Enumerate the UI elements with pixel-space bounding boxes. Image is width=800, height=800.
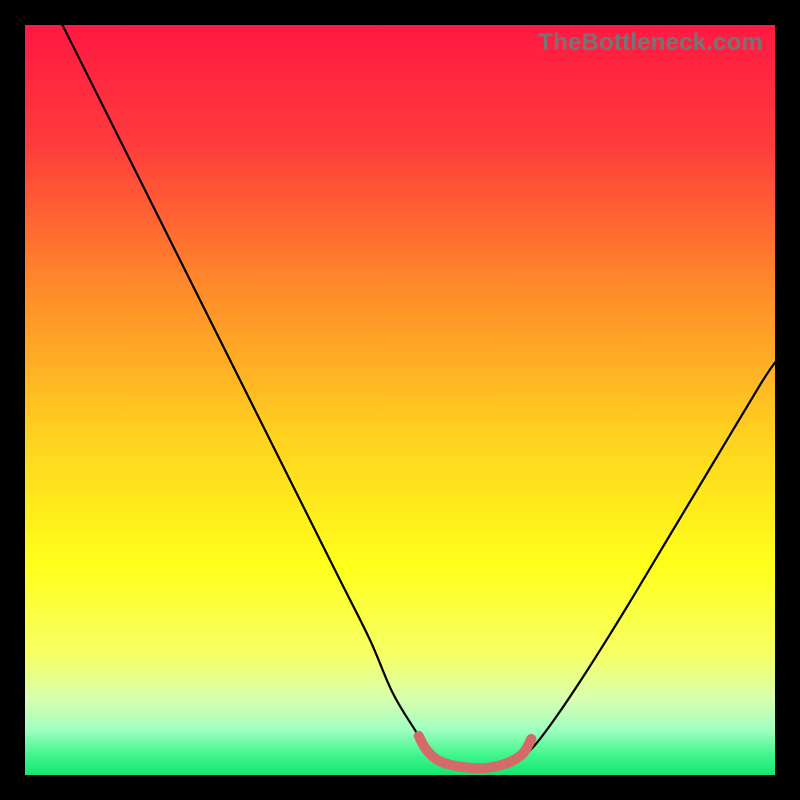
watermark-text: TheBottleneck.com xyxy=(538,29,763,57)
gradient-background xyxy=(25,25,775,775)
series-optimal-band-endpoint xyxy=(414,731,424,741)
chart-frame: TheBottleneck.com xyxy=(25,25,775,775)
series-optimal-band-endpoint xyxy=(526,734,536,744)
bottleneck-chart xyxy=(25,25,775,775)
